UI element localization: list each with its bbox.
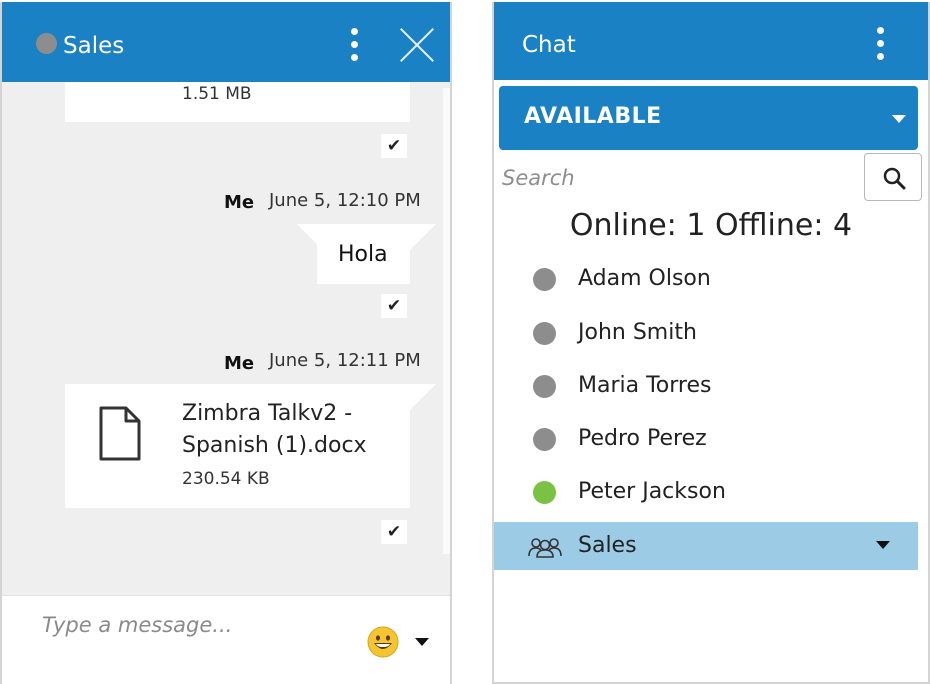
contact-item[interactable]: Maria Torres — [494, 362, 918, 410]
presence-status-dot — [36, 33, 57, 54]
chevron-down-icon[interactable] — [415, 638, 429, 646]
file-message-bubble[interactable]: Zimbra Talkv2 - Spanish (1).docx 230.54 … — [65, 384, 436, 508]
group-item-sales[interactable]: Sales — [494, 522, 918, 570]
status-label: AVAILABLE — [524, 104, 662, 129]
contact-name: Maria Torres — [578, 373, 712, 398]
contact-name: John Smith — [578, 320, 697, 345]
group-name: Sales — [578, 533, 637, 558]
message-text: Hola — [338, 242, 388, 267]
messages-scrollbar[interactable] — [443, 88, 450, 554]
conversation-title: Sales — [63, 33, 125, 59]
conversation-header: Sales — [2, 2, 450, 82]
check-icon: ✔ — [381, 294, 407, 318]
message-sender: Me — [224, 192, 255, 213]
chevron-down-icon — [892, 115, 906, 123]
file-size: 1.51 MB — [182, 84, 252, 104]
contact-item[interactable]: Peter Jackson — [494, 468, 918, 516]
chevron-down-icon[interactable] — [876, 541, 890, 549]
contact-name: Pedro Perez — [578, 426, 707, 451]
chat-header: Chat — [494, 2, 928, 80]
contact-item[interactable]: Adam Olson — [494, 255, 918, 303]
check-icon: ✔ — [381, 520, 407, 544]
status-dot — [533, 481, 556, 504]
close-icon[interactable] — [399, 27, 435, 63]
status-dropdown[interactable]: AVAILABLE — [499, 86, 918, 150]
file-size: 230.54 KB — [182, 469, 270, 489]
message-input[interactable] — [42, 610, 342, 640]
chat-title: Chat — [522, 32, 576, 58]
conversation-window: Sales 1.51 MB ✔ Me June 5, 12:10 PM Hola… — [0, 2, 452, 684]
contact-name: Peter Jackson — [578, 479, 726, 504]
message-timestamp: June 5, 12:11 PM — [269, 350, 421, 371]
search-icon — [883, 167, 906, 190]
status-dot — [533, 375, 556, 398]
contact-name: Adam Olson — [578, 266, 711, 291]
file-message-bubble: 1.51 MB — [65, 82, 410, 122]
presence-counts: Online: 1 Offline: 4 — [569, 208, 853, 243]
message-composer — [2, 595, 450, 684]
check-icon: ✔ — [381, 134, 407, 158]
search-input[interactable] — [502, 162, 852, 194]
contact-item[interactable]: Pedro Perez — [494, 415, 918, 463]
status-dot — [533, 268, 556, 291]
message-timestamp: June 5, 12:10 PM — [269, 190, 421, 211]
status-dot — [533, 322, 556, 345]
more-options-icon[interactable] — [877, 27, 885, 61]
message-sender: Me — [224, 353, 255, 374]
status-dot — [533, 428, 556, 451]
file-name[interactable]: Zimbra Talkv2 - Spanish (1).docx — [182, 398, 402, 462]
contact-item[interactable]: John Smith — [494, 309, 918, 357]
search-button[interactable] — [864, 153, 922, 201]
chat-panel: Chat AVAILABLE Online: 1 Offline: 4 Adam… — [492, 2, 930, 684]
emoji-icon[interactable] — [367, 626, 399, 658]
more-options-icon[interactable] — [351, 28, 359, 62]
file-icon — [99, 406, 141, 461]
group-icon — [528, 538, 562, 558]
